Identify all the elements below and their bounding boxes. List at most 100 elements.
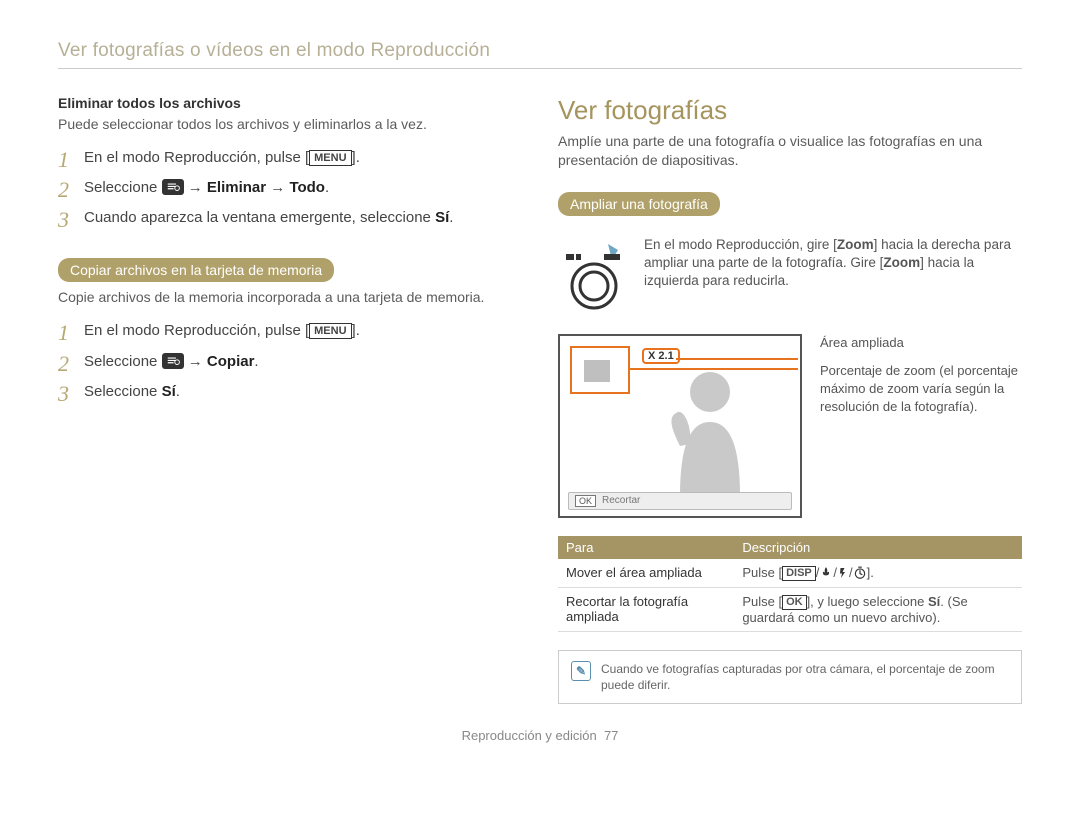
zoom-area-inner bbox=[584, 360, 610, 382]
text: Zoom bbox=[883, 255, 920, 270]
text: En el modo Reproducción, pulse [ bbox=[84, 322, 309, 339]
macro-icon bbox=[819, 566, 833, 580]
text: . bbox=[254, 353, 258, 370]
step-number: 1 bbox=[58, 321, 84, 345]
text: → bbox=[188, 179, 207, 196]
step-text: Cuando aparezca la ventana emergente, se… bbox=[84, 208, 453, 228]
step-item: 2 Seleccione → Copiar. bbox=[58, 352, 522, 376]
page-footer: Reproducción y edición 77 bbox=[58, 728, 1022, 743]
step-item: 1 En el modo Reproducción, pulse [MENU]. bbox=[58, 148, 522, 172]
table-header: Para bbox=[558, 536, 734, 559]
text: Pulse [ bbox=[742, 565, 782, 580]
step-item: 3 Cuando aparezca la ventana emergente, … bbox=[58, 208, 522, 232]
two-column-layout: Eliminar todos los archivos Puede selecc… bbox=[58, 95, 1022, 704]
step-text: Seleccione → Copiar. bbox=[84, 352, 259, 372]
right-column: Ver fotografías Amplíe una parte de una … bbox=[558, 95, 1022, 704]
step-number: 3 bbox=[58, 208, 84, 232]
enlarge-pill: Ampliar una fotografía bbox=[558, 192, 720, 216]
text: Zoom bbox=[837, 237, 874, 252]
text: . bbox=[325, 179, 329, 196]
step-text: Seleccione → Eliminar → Todo. bbox=[84, 178, 329, 198]
copy-steps: 1 En el modo Reproducción, pulse [MENU].… bbox=[58, 321, 522, 406]
text: → bbox=[188, 353, 207, 370]
text: Todo bbox=[289, 179, 325, 196]
step-number: 2 bbox=[58, 352, 84, 376]
disp-button-icon: DISP bbox=[782, 566, 816, 581]
zoom-percentage-badge: X 2.1 bbox=[642, 348, 680, 364]
timer-icon bbox=[853, 566, 867, 580]
step-item: 2 Seleccione → Eliminar → Todo. bbox=[58, 178, 522, 202]
text: En el modo Reproducción, pulse [ bbox=[84, 149, 309, 166]
step-number: 2 bbox=[58, 178, 84, 202]
text: Seleccione bbox=[84, 179, 162, 196]
trim-label: Recortar bbox=[602, 495, 640, 506]
step-text: En el modo Reproducción, pulse [MENU]. bbox=[84, 148, 360, 168]
copy-files-pill: Copiar archivos en la tarjeta de memoria bbox=[58, 258, 334, 282]
leader-line bbox=[676, 358, 798, 360]
text: Seleccione bbox=[84, 383, 162, 400]
info-note: ✎ Cuando ve fotografías capturadas por o… bbox=[558, 650, 1022, 704]
tool-gear-icon bbox=[162, 179, 184, 195]
table-header: Descripción bbox=[734, 536, 1022, 559]
table-row: Recortar la fotografía ampliada Pulse [O… bbox=[558, 587, 1022, 631]
text: Copiar bbox=[207, 353, 255, 370]
step-item: 1 En el modo Reproducción, pulse [MENU]. bbox=[58, 321, 522, 345]
text: Sí bbox=[928, 594, 940, 609]
view-photos-title: Ver fotografías bbox=[558, 95, 1022, 126]
text: ]. bbox=[352, 149, 360, 166]
text: En el modo Reproducción, gire [ bbox=[644, 237, 837, 252]
menu-button-icon: MENU bbox=[309, 323, 351, 339]
ok-mini-icon: OK bbox=[575, 495, 596, 507]
divider bbox=[58, 68, 1022, 69]
zoom-instruction: En el modo Reproducción, gire [Zoom] hac… bbox=[558, 236, 1022, 316]
manual-page: Ver fotografías o vídeos en el modo Repr… bbox=[0, 0, 1080, 815]
step-number: 3 bbox=[58, 382, 84, 406]
person-silhouette-icon bbox=[650, 366, 770, 496]
flash-icon bbox=[837, 566, 849, 580]
actions-table: Para Descripción Mover el área ampliada … bbox=[558, 536, 1022, 632]
text: ]. bbox=[352, 322, 360, 339]
menu-button-icon: MENU bbox=[309, 150, 351, 166]
footer-label: Reproducción y edición bbox=[462, 728, 597, 743]
left-column: Eliminar todos los archivos Puede selecc… bbox=[58, 95, 522, 704]
zoom-text: En el modo Reproducción, gire [Zoom] hac… bbox=[644, 236, 1022, 291]
note-text: Cuando ve fotografías capturadas por otr… bbox=[601, 661, 1009, 693]
trim-bar: OK Recortar bbox=[568, 492, 792, 510]
area-label: Área ampliada bbox=[820, 334, 1022, 352]
table-cell: Pulse [OK], y luego seleccione Sí. (Se g… bbox=[734, 587, 1022, 631]
delete-all-desc: Puede seleccionar todos los archivos y e… bbox=[58, 115, 522, 134]
page-number: 77 bbox=[604, 728, 618, 743]
tool-gear-icon bbox=[162, 353, 184, 369]
text: Sí bbox=[435, 209, 449, 226]
ok-button-icon: OK bbox=[782, 595, 807, 610]
step-item: 3 Seleccione Sí. bbox=[58, 382, 522, 406]
view-photos-intro: Amplíe una parte de una fotografía o vis… bbox=[558, 132, 1022, 170]
preview-labels: Área ampliada Porcentaje de zoom (el por… bbox=[820, 334, 1022, 518]
text: . bbox=[449, 209, 453, 226]
text: Sí bbox=[162, 383, 176, 400]
step-text: En el modo Reproducción, pulse [MENU]. bbox=[84, 321, 360, 341]
table-cell: Recortar la fotografía ampliada bbox=[558, 587, 734, 631]
ratio-label: Porcentaje de zoom (el porcentaje máximo… bbox=[820, 362, 1022, 417]
preview-area: X 2.1 OK Recortar Área ampliada Porcenta… bbox=[558, 334, 1022, 518]
text: ]. bbox=[867, 565, 874, 580]
text: Pulse [ bbox=[742, 594, 782, 609]
step-text: Seleccione Sí. bbox=[84, 382, 180, 402]
table-cell: Mover el área ampliada bbox=[558, 559, 734, 588]
table-header-row: Para Descripción bbox=[558, 536, 1022, 559]
breadcrumb: Ver fotografías o vídeos en el modo Repr… bbox=[58, 40, 1022, 62]
copy-desc: Copie archivos de la memoria incorporada… bbox=[58, 288, 522, 307]
delete-all-heading: Eliminar todos los archivos bbox=[58, 95, 522, 111]
text: . bbox=[176, 383, 180, 400]
table-row: Mover el área ampliada Pulse [DISP///]. bbox=[558, 559, 1022, 588]
text: Cuando aparezca la ventana emergente, se… bbox=[84, 209, 435, 226]
info-icon: ✎ bbox=[571, 661, 591, 681]
text: Seleccione bbox=[84, 353, 162, 370]
text: ], y luego seleccione bbox=[807, 594, 928, 609]
zoom-area-indicator bbox=[570, 346, 630, 394]
step-number: 1 bbox=[58, 148, 84, 172]
delete-all-steps: 1 En el modo Reproducción, pulse [MENU].… bbox=[58, 148, 522, 233]
zoom-dial-icon bbox=[558, 236, 630, 316]
table-cell: Pulse [DISP///]. bbox=[734, 559, 1022, 588]
camera-screen-preview: X 2.1 OK Recortar bbox=[558, 334, 802, 518]
